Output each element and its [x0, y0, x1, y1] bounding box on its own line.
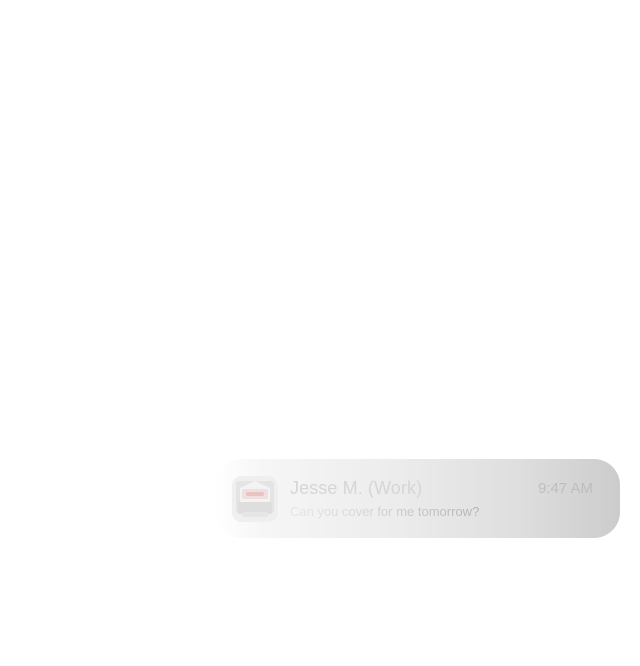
- screen: Jesse M. (Work) 9:47 AM Can you cover fo…: [0, 0, 640, 666]
- message-app-icon: [232, 476, 278, 522]
- sender-name: Jesse M. (Work): [290, 478, 423, 498]
- notification-time: 9:47 AM: [537, 480, 593, 497]
- notification-banner[interactable]: Jesse M. (Work) 9:47 AM Can you cover fo…: [215, 459, 620, 538]
- message-preview: Can you cover for me tomorrow?: [290, 504, 480, 519]
